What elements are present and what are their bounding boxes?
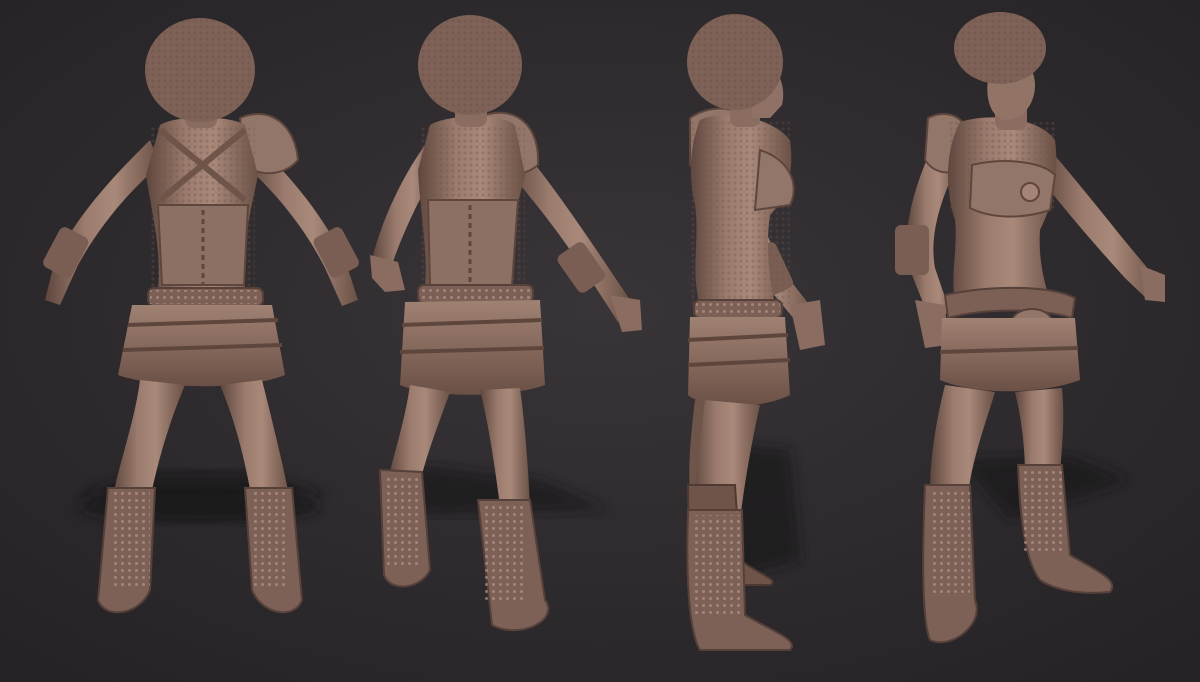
left-boot-studs: [385, 475, 421, 567]
belt-studs: [696, 302, 780, 316]
right-boot-studs: [250, 492, 288, 587]
chest-armor: [968, 160, 1057, 218]
snake-hair-texture: [145, 18, 255, 122]
sculpt-turnaround-scene: [0, 0, 1200, 682]
belt-studs: [420, 287, 531, 301]
torso-scales: [690, 120, 790, 305]
right-boot-studs: [1022, 470, 1062, 555]
right-boot-studs: [484, 505, 526, 600]
corset: [426, 199, 520, 286]
left-boot-studs: [930, 490, 970, 595]
snake-hair-texture: [687, 14, 783, 110]
belt-studs: [150, 290, 261, 304]
skull-emblem: [1020, 182, 1040, 202]
snake-hair-texture: [418, 15, 522, 115]
skirt: [940, 318, 1080, 392]
left-bracer: [895, 225, 929, 275]
left-boot-studs: [112, 492, 150, 587]
snake-hair-texture: [954, 12, 1046, 84]
sculpt-canvas: [0, 0, 1200, 682]
front-boot-studs: [692, 515, 740, 615]
